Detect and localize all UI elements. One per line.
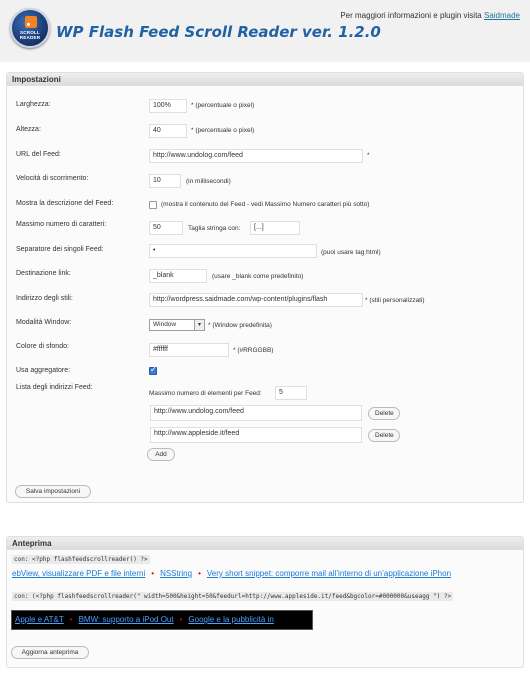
- feed-ticker-preview: ebView, visualizzare PDF e file interni •…: [12, 569, 520, 581]
- height-input[interactable]: 40: [149, 124, 187, 138]
- link-target-input[interactable]: _blank: [149, 269, 207, 283]
- window-mode-value: Window: [153, 321, 177, 328]
- ticker-item[interactable]: Very short snippet: comporre mail all’in…: [207, 569, 451, 578]
- scroll-speed-input[interactable]: 10: [149, 174, 181, 188]
- bg-color-label: Colore di sfondo:: [16, 343, 69, 350]
- ticker-item[interactable]: BMW: supporto a iPod Out: [79, 615, 174, 624]
- window-mode-hint: * (Window predefinita): [208, 322, 272, 329]
- ticker-item[interactable]: Google e la pubblicità in: [188, 615, 273, 624]
- settings-title: Impostazioni: [7, 73, 523, 86]
- max-chars-label: Massimo numero di caratteri:: [16, 221, 107, 228]
- link-target-label: Destinazione link:: [16, 270, 71, 277]
- feed-url-input[interactable]: http://www.undolog.com/feed: [149, 149, 363, 163]
- separator-hint: (puoi usare tag html): [321, 249, 381, 256]
- window-mode-label: Modalità Window:: [16, 319, 72, 326]
- width-hint: * (percentuale o pixel): [191, 102, 255, 109]
- rss-icon: [25, 16, 37, 28]
- use-aggregator-checkbox[interactable]: [149, 365, 157, 375]
- width-label: Larghezza:: [16, 101, 51, 108]
- code-snippet-1: con: <?php flashfeedscrollreader() ?>: [12, 555, 150, 564]
- truncate-input[interactable]: [...]: [250, 221, 300, 235]
- styles-url-hint: * (stili personalizzati): [365, 297, 425, 304]
- link-target-hint: (usare _blank come predefinito): [212, 273, 304, 280]
- ticker-separator: •: [69, 615, 73, 624]
- saidmade-link[interactable]: Saidmade: [484, 11, 520, 20]
- styles-url-input[interactable]: http://wordpress.saidmade.com/wp-content…: [149, 293, 363, 307]
- feed-url-item-2[interactable]: http://www.appleside.it/feed: [150, 427, 362, 443]
- refresh-preview-button[interactable]: Aggiorna anteprima: [11, 646, 89, 659]
- header: SCROLL READER WP Flash Feed Scroll Reade…: [0, 0, 530, 62]
- delete-feed-2-button[interactable]: Delete: [368, 429, 400, 442]
- feed-url-label: URL del Feed:: [16, 151, 61, 158]
- use-aggregator-label: Usa aggregatore:: [16, 367, 71, 374]
- window-mode-select[interactable]: Window ▾: [149, 319, 205, 331]
- ticker-separator: •: [151, 569, 155, 578]
- max-chars-input[interactable]: 50: [149, 221, 183, 235]
- feed-list-label: Lista degli indirizzi Feed:: [16, 384, 93, 391]
- rss-logo-icon: SCROLL READER: [10, 8, 50, 48]
- styles-url-label: Indirizzo degli stili:: [16, 295, 73, 302]
- max-items-input[interactable]: 5: [275, 386, 307, 400]
- separator-label: Separatore dei singoli Feed:: [16, 246, 104, 253]
- bg-color-input[interactable]: #ffffff: [149, 343, 229, 357]
- ticker-separator: •: [179, 615, 183, 624]
- feed-url-hint: *: [367, 152, 370, 159]
- delete-feed-1-button[interactable]: Delete: [368, 407, 400, 420]
- show-description-label: Mostra la descrizione del Feed:: [16, 200, 114, 207]
- width-input[interactable]: 100%: [149, 99, 187, 113]
- settings-panel: Impostazioni Larghezza: 100% * (percentu…: [6, 72, 524, 503]
- feed-url-item-1[interactable]: http://www.undolog.com/feed: [150, 405, 362, 421]
- show-description-checkbox[interactable]: [149, 201, 157, 209]
- height-hint: * (percentuale o pixel): [191, 127, 255, 134]
- show-description-hint: (mostra il contenuto del Feed - vedi Mas…: [161, 201, 370, 208]
- max-items-label: Massimo numero di elementi per Feed:: [149, 390, 262, 397]
- truncate-label: Taglia stringa con:: [188, 225, 241, 232]
- feed-ticker-dark-preview: Apple e AT&T • BMW: supporto a iPod Out • Go…: [11, 610, 313, 630]
- bg-color-hint: * (#RRGGBB): [233, 347, 274, 354]
- preview-title: Anteprima: [7, 537, 523, 550]
- preview-panel: Anteprima con: <?php flashfeedscrollread…: [6, 536, 524, 668]
- ticker-item[interactable]: Apple e AT&T: [15, 615, 64, 624]
- height-label: Altezza:: [16, 126, 41, 133]
- code-snippet-2: con: (<?php flashfeedscrollreader(" widt…: [12, 592, 454, 601]
- ticker-separator: •: [198, 569, 201, 578]
- add-feed-button[interactable]: Add: [147, 448, 175, 461]
- save-settings-button[interactable]: Salva impostazioni: [15, 485, 91, 498]
- app-title: WP Flash Feed Scroll Reader ver. 1.2.0: [56, 23, 381, 41]
- ticker-item[interactable]: ebView, visualizzare PDF e file interni: [12, 569, 145, 578]
- info-text: Per maggiori informazioni e plugin visit…: [340, 11, 484, 20]
- header-info: Per maggiori informazioni e plugin visit…: [340, 11, 520, 20]
- scroll-speed-hint: (in millisecondi): [186, 178, 231, 185]
- separator-input[interactable]: •: [149, 244, 317, 258]
- dropdown-arrow-icon: ▾: [194, 320, 204, 330]
- logo-text: SCROLL READER: [19, 30, 41, 40]
- scroll-speed-label: Velocità di scorrimento:: [16, 175, 89, 182]
- ticker-item[interactable]: NSString: [160, 569, 192, 578]
